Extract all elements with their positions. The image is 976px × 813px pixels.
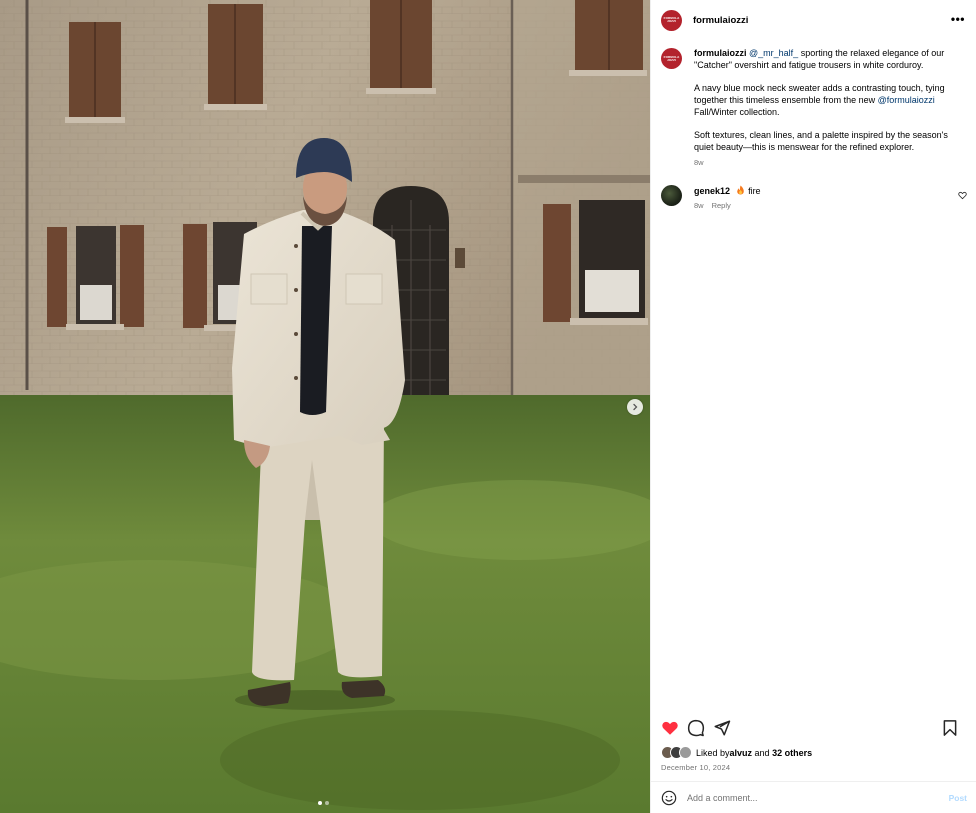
post-comment-button[interactable]: Post <box>949 793 967 803</box>
liker-username[interactable]: alvuz <box>730 748 753 758</box>
reply-button[interactable]: Reply <box>712 201 731 210</box>
caption-text-3: Soft textures, clean lines, and a palett… <box>694 129 948 152</box>
comment-body: genek12 fire 8w Reply <box>694 185 761 210</box>
add-comment-bar: Post <box>651 781 976 813</box>
caption-avatar[interactable]: FORMULA JOZZI <box>661 48 682 69</box>
share-send-icon[interactable] <box>713 719 731 737</box>
comment-text: fire <box>748 186 761 196</box>
avatar-logo-text: FORMULA JOZZI <box>663 16 680 23</box>
next-slide-button[interactable] <box>627 399 643 415</box>
caption-mention[interactable]: @_mr_half_ <box>749 48 798 58</box>
emoji-smiley-icon[interactable] <box>661 790 677 806</box>
fire-icon <box>736 185 744 195</box>
caption-body: formulaiozzi @_mr_half_ sporting the rel… <box>694 48 958 169</box>
comment-item: genek12 fire 8w Reply <box>661 185 967 210</box>
caption-username[interactable]: formulaiozzi <box>694 48 747 58</box>
commenter-username[interactable]: genek12 <box>694 186 730 196</box>
post-actions-bar <box>661 718 967 738</box>
avatar-logo-text: FORMULA JOZZI <box>663 54 680 62</box>
add-comment-input[interactable] <box>687 792 927 803</box>
photo-image <box>0 0 650 813</box>
caption-timestamp: 8w <box>694 157 704 167</box>
caption-text-2-end: Fall/Winter collection. <box>694 106 780 117</box>
author-avatar[interactable]: FORMULA JOZZI <box>661 9 682 31</box>
carousel-dot <box>325 801 329 805</box>
likes-and: and <box>752 747 773 758</box>
more-options-icon[interactable]: ••• <box>951 12 965 26</box>
caption-mention-brand[interactable]: @formulaiozzi <box>878 95 935 105</box>
likes-summary: Liked by alvuz and 32 others <box>661 746 812 759</box>
like-heart-filled-icon[interactable] <box>661 719 679 737</box>
chevron-right-icon <box>633 403 638 411</box>
post-photo[interactable] <box>0 0 650 813</box>
likes-prefix: Liked by <box>696 747 730 758</box>
author-username[interactable]: formulaiozzi <box>693 15 748 26</box>
commenter-avatar[interactable] <box>661 185 682 206</box>
post-dialog: FORMULA JOZZI formulaiozzi ••• FORMULA J… <box>0 0 976 813</box>
post-date: December 10, 2024 <box>661 763 731 772</box>
liker-avatars <box>661 746 692 759</box>
carousel-dot-active <box>318 801 322 805</box>
carousel-indicator <box>318 801 329 805</box>
likes-others-link[interactable]: 32 others <box>772 748 812 758</box>
comment-bubble-icon[interactable] <box>687 719 705 737</box>
post-header: FORMULA JOZZI formulaiozzi ••• <box>651 0 976 40</box>
like-comment-heart-icon[interactable] <box>958 191 967 200</box>
comment-timestamp: 8w <box>694 201 704 210</box>
save-bookmark-icon[interactable] <box>941 719 959 737</box>
liker-avatar <box>679 746 692 759</box>
post-side-panel: FORMULA JOZZI formulaiozzi ••• FORMULA J… <box>650 0 976 813</box>
post-caption: FORMULA JOZZI formulaiozzi @_mr_half_ sp… <box>661 48 967 169</box>
